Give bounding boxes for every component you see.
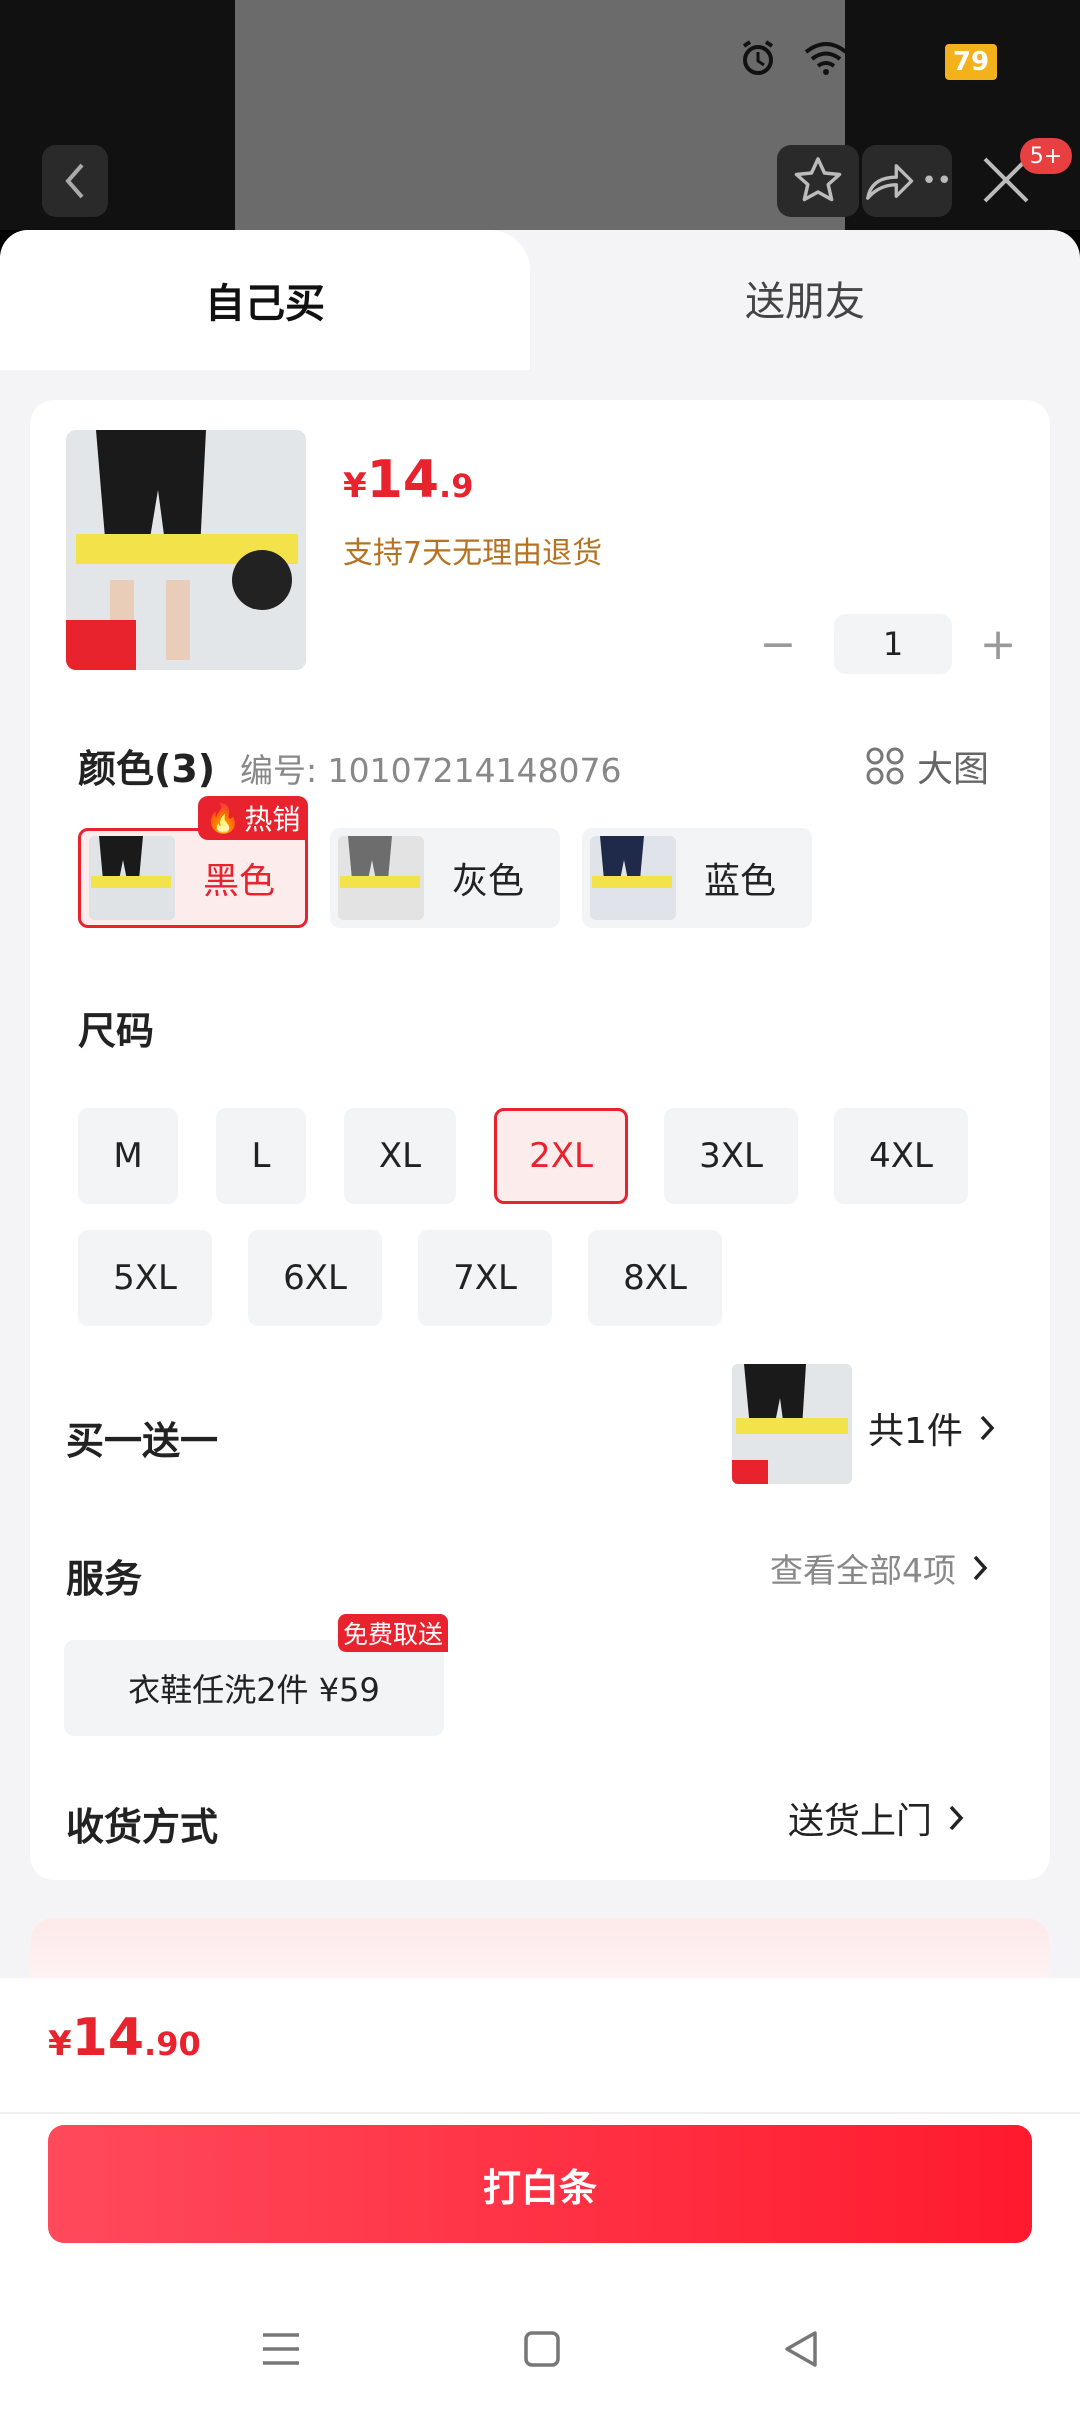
price-currency: ¥ (343, 466, 367, 506)
return-policy-note: 支持7天无理由退货 (343, 536, 603, 571)
total-price-decimal: .90 (144, 2025, 201, 2063)
quantity-increase-button[interactable]: + (970, 616, 1026, 672)
bogo-count-label: 共1件 (868, 1411, 963, 1452)
size-option-2xl[interactable]: 2XL (494, 1108, 628, 1204)
service-option-laundry[interactable]: 衣鞋任洗2件 ¥59 (64, 1640, 444, 1736)
wifi-icon (804, 40, 848, 83)
favorite-button[interactable] (777, 145, 859, 217)
size-option-7xl[interactable]: 7XL (418, 1230, 552, 1326)
color-thumb (590, 836, 676, 920)
delivery-title: 收货方式 (66, 1805, 219, 1849)
size-option-4xl[interactable]: 4XL (834, 1108, 968, 1204)
color-option-label: 灰色 (452, 861, 525, 902)
total-price-currency: ¥ (48, 2024, 72, 2064)
quantity-value[interactable]: 1 (834, 614, 952, 674)
service-title: 服务 (66, 1557, 143, 1601)
size-option-3xl[interactable]: 3XL (664, 1108, 798, 1204)
back-triangle-icon[interactable] (781, 2329, 821, 2373)
tab-gift-friend[interactable]: 送朋友 (530, 230, 1080, 365)
product-price: ¥14.9 (343, 450, 473, 510)
star-icon (794, 157, 842, 202)
product-image[interactable] (66, 430, 306, 670)
color-option-label: 蓝色 (704, 861, 777, 902)
grid-icon (866, 747, 904, 785)
divider (0, 2112, 1080, 2114)
chevron-right-icon (949, 1805, 964, 1831)
menu-icon[interactable] (259, 2329, 303, 2373)
size-option-8xl[interactable]: 8XL (588, 1230, 722, 1326)
price-decimal: .9 (439, 467, 474, 505)
hot-sale-label: 热销 (244, 803, 301, 836)
total-price-integer: 14 (71, 2008, 145, 2068)
service-view-all-label: 查看全部4项 (770, 1551, 956, 1590)
status-icons: 5G (738, 36, 960, 86)
network-label: 5G (873, 49, 904, 73)
price-integer: 14 (366, 450, 440, 510)
size-option-6xl[interactable]: 6XL (248, 1230, 382, 1326)
battery-indicator: 79 (945, 44, 997, 80)
home-icon[interactable] (522, 2329, 562, 2373)
color-option-label: 黑色 (203, 861, 276, 902)
color-thumb (89, 836, 175, 920)
total-price: ¥14.90 (48, 2008, 201, 2068)
more-dots-icon: •• (921, 166, 952, 196)
quantity-decrease-button[interactable]: − (750, 616, 806, 672)
color-option-gray[interactable]: 灰色 (330, 828, 560, 928)
size-option-m[interactable]: M (78, 1108, 178, 1204)
product-code: 编号: 10107214148076 (240, 751, 622, 790)
service-view-all-link[interactable]: 查看全部4项 (770, 1544, 988, 1592)
hot-sale-badge: 🔥 热销 (198, 796, 308, 840)
baitiao-pay-button[interactable]: 打白条 (48, 2125, 1032, 2243)
flame-icon: 🔥 (205, 801, 241, 835)
share-arrow-icon (866, 164, 914, 200)
big-image-button[interactable]: 大图 (865, 740, 989, 792)
free-pickup-tag: 免费取送 (338, 1614, 448, 1652)
size-section-title: 尺码 (78, 1009, 155, 1053)
bogo-count-link[interactable]: 共1件 (868, 1402, 995, 1454)
color-option-black[interactable]: 黑色 (78, 828, 308, 928)
size-option-5xl[interactable]: 5XL (78, 1230, 212, 1326)
bogo-gift-image[interactable] (732, 1364, 852, 1484)
chevron-right-icon (980, 1415, 995, 1441)
alarm-icon (738, 38, 778, 85)
color-section-title: 颜色(3) (78, 747, 216, 791)
color-thumb (338, 836, 424, 920)
back-button[interactable] (42, 145, 108, 217)
dimmed-page-overlay (235, 0, 845, 230)
share-button[interactable]: •• (862, 145, 952, 217)
tab-self-buy[interactable]: 自己买 (0, 230, 530, 370)
size-option-l[interactable]: L (216, 1108, 306, 1204)
product-options-card: ¥14.9 支持7天无理由退货 − 1 + 颜色(3) 编号: 10107214… (30, 400, 1050, 1880)
chevron-right-icon (973, 1555, 988, 1581)
system-nav-bar (0, 2290, 1080, 2412)
notification-badge: 5+ (1020, 138, 1072, 174)
delivery-method-value: 送货上门 (788, 1801, 933, 1842)
delivery-method-link[interactable]: 送货上门 (788, 1792, 964, 1844)
size-option-xl[interactable]: XL (344, 1108, 456, 1204)
color-option-blue[interactable]: 蓝色 (582, 828, 812, 928)
chevron-left-icon (65, 163, 84, 199)
bogo-title: 买一送一 (66, 1419, 219, 1463)
big-image-label: 大图 (917, 749, 990, 790)
